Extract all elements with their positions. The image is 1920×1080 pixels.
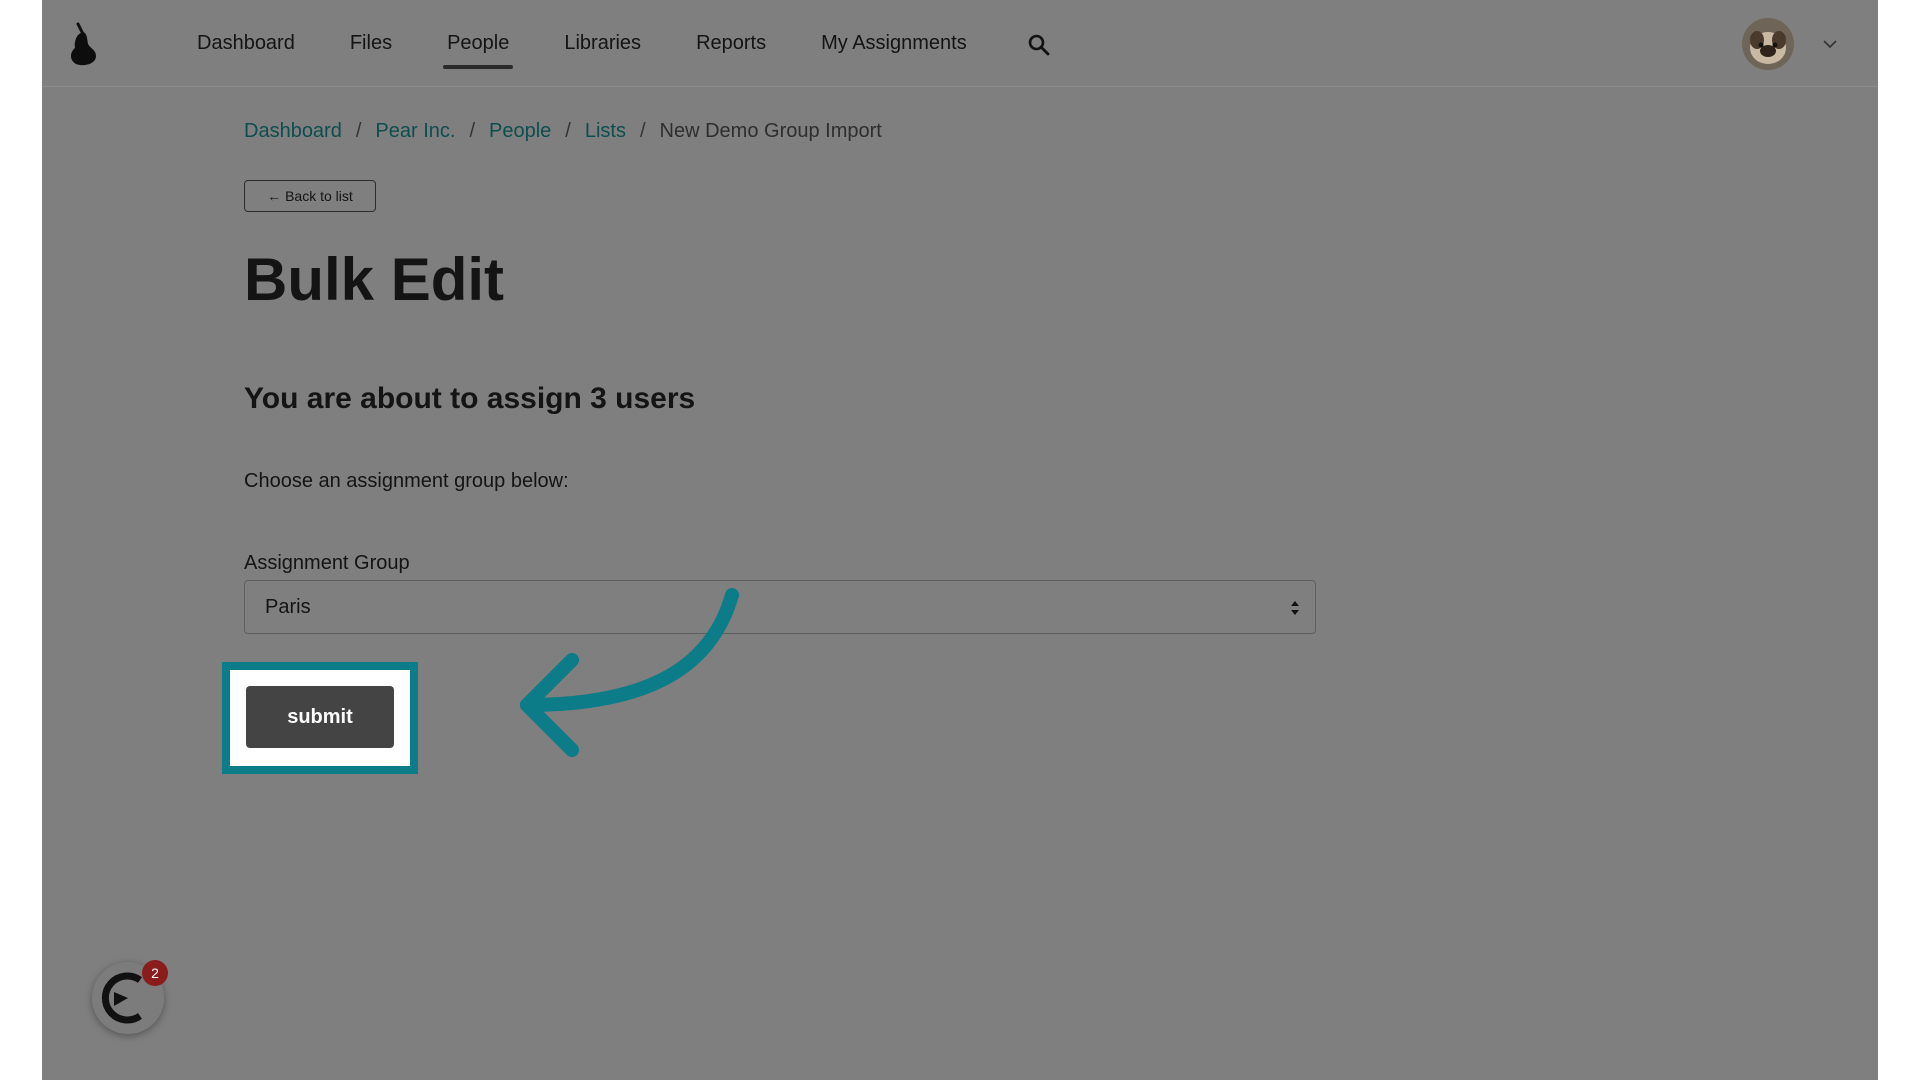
breadcrumb-pear-inc[interactable]: Pear Inc.: [375, 120, 455, 143]
pear-logo-icon[interactable]: [66, 20, 100, 66]
nav-files[interactable]: Files: [350, 0, 392, 86]
user-avatar[interactable]: [1742, 18, 1794, 70]
breadcrumb-separator: /: [355, 120, 362, 142]
assignment-group-select[interactable]: Paris: [244, 580, 1316, 634]
nav-people[interactable]: People: [443, 0, 514, 86]
assignment-group-selected-value: Paris: [265, 595, 311, 618]
main-nav: Dashboard Files People Libraries Reports…: [197, 0, 1022, 86]
nav-libraries[interactable]: Libraries: [564, 0, 641, 86]
top-navigation-bar: Dashboard Files People Libraries Reports…: [42, 0, 1878, 87]
nav-dashboard[interactable]: Dashboard: [197, 0, 295, 86]
back-to-list-button[interactable]: ← Back to list: [244, 180, 376, 212]
page-title: Bulk Edit: [244, 246, 505, 313]
breadcrumb-dashboard[interactable]: Dashboard: [244, 120, 342, 143]
nav-my-assignments[interactable]: My Assignments: [821, 0, 967, 86]
chevron-down-icon[interactable]: [1822, 38, 1838, 50]
assignment-group-label: Assignment Group: [244, 552, 410, 574]
app-window: Dashboard Files People Libraries Reports…: [42, 0, 1878, 1080]
search-icon[interactable]: [1027, 33, 1051, 57]
breadcrumb-separator: /: [565, 120, 571, 142]
breadcrumb-current: New Demo Group Import: [659, 120, 882, 142]
breadcrumb-lists[interactable]: Lists: [585, 120, 626, 143]
notification-badge: 2: [142, 960, 168, 986]
instruction-text: Choose an assignment group below:: [244, 470, 569, 492]
breadcrumb-separator: /: [639, 120, 646, 142]
pointer-arrow-icon: [520, 588, 739, 757]
breadcrumb-separator: /: [469, 120, 476, 142]
assign-users-heading: You are about to assign 3 users: [244, 382, 696, 415]
avatar-photo-icon: [1742, 18, 1794, 70]
breadcrumb: Dashboard / Pear Inc. / People / Lists /…: [244, 120, 882, 143]
nav-reports[interactable]: Reports: [696, 0, 766, 86]
submit-button[interactable]: submit: [246, 686, 394, 748]
breadcrumb-people[interactable]: People: [489, 120, 551, 143]
select-arrows-icon: [1291, 601, 1299, 615]
